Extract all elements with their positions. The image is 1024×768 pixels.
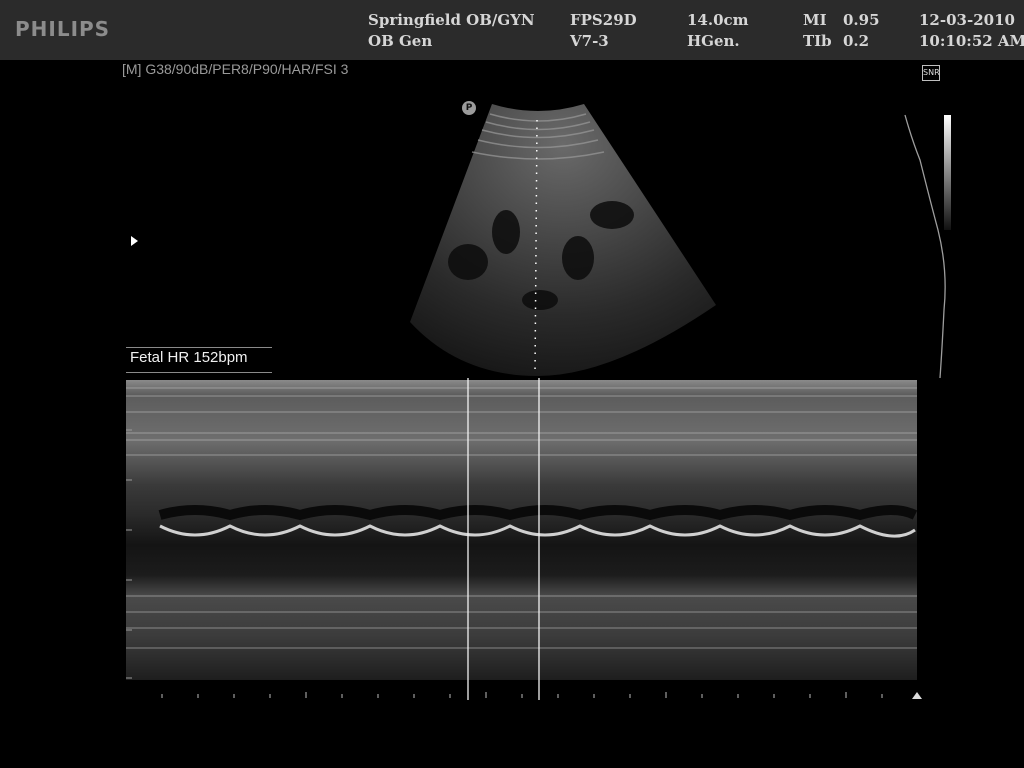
grayscale-bar [944,115,951,230]
ultrasound-image [126,104,951,700]
sector-image [410,104,716,376]
fetal-heart-chamber-band [158,505,918,521]
fetal-hr-measurement: Fetal HR 152bpm [130,349,248,366]
sweep-position-marker [912,692,922,699]
focus-marker-icon [131,236,138,246]
time-axis-ticks [161,692,883,698]
tgc-curve [904,114,946,379]
probe-orientation-badge: P [462,101,476,115]
